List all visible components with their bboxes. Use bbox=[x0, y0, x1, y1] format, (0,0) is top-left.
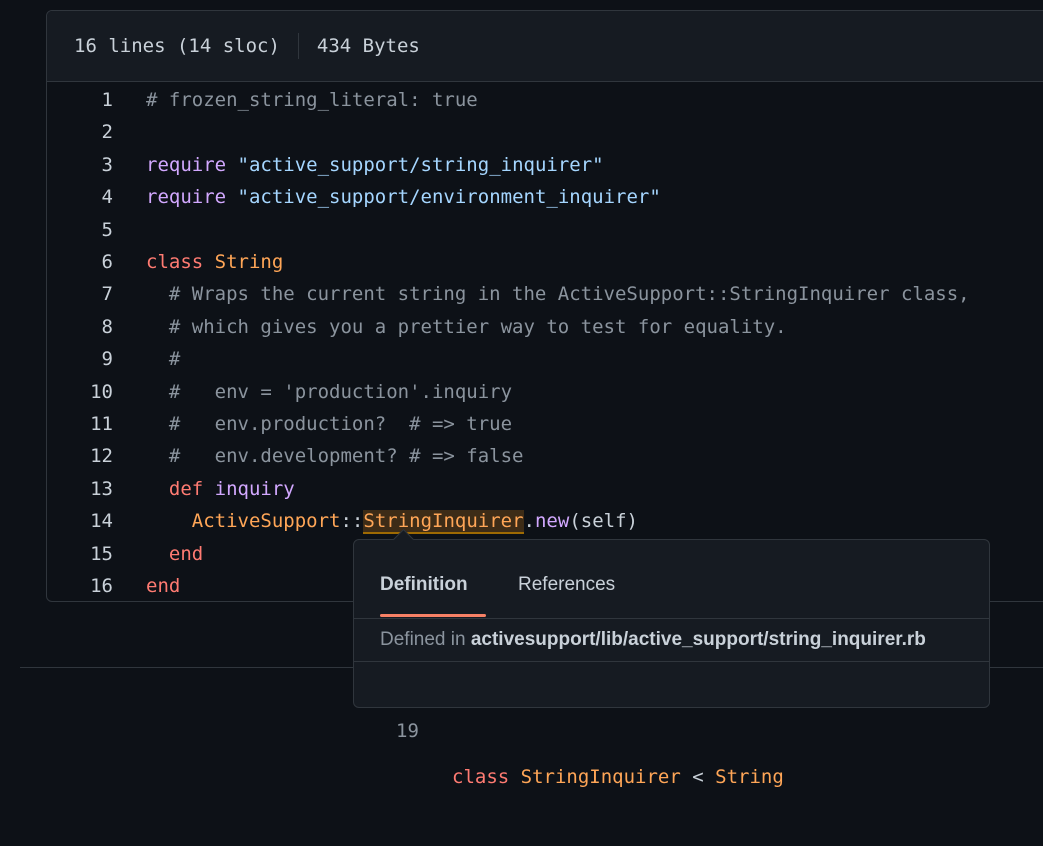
line-content: # bbox=[146, 343, 180, 375]
line-number[interactable]: 6 bbox=[47, 246, 113, 278]
line-number[interactable]: 5 bbox=[47, 214, 113, 246]
line-content: end bbox=[146, 570, 181, 601]
code-token: . bbox=[523, 510, 535, 533]
line-number[interactable]: 12 bbox=[47, 440, 113, 472]
code-token: class bbox=[452, 766, 510, 788]
active-tab-indicator bbox=[380, 614, 486, 617]
code-token: end bbox=[146, 575, 181, 597]
code-token: end bbox=[168, 542, 204, 565]
code-token: inquiry bbox=[214, 477, 295, 500]
code-token: ActiveSupport bbox=[191, 510, 341, 533]
line-content: def inquiry bbox=[146, 473, 295, 505]
line-content: # env.development? # => false bbox=[146, 440, 524, 472]
header-divider bbox=[297, 33, 299, 59]
line-number[interactable]: 13 bbox=[47, 473, 113, 505]
code-token: def bbox=[168, 477, 204, 500]
code-token: "active_support/environment_inquirer" bbox=[237, 186, 661, 209]
code-token: # env = 'production'.inquiry bbox=[146, 380, 513, 403]
symbol-navigation-popover: Definition References Defined in actives… bbox=[353, 528, 990, 788]
code-token: require bbox=[146, 153, 227, 176]
line-count: 16 lines (14 sloc) bbox=[74, 35, 280, 57]
line-number[interactable]: 9 bbox=[47, 343, 113, 375]
file-view-panel: 16 lines (14 sloc) 434 Bytes 1 # frozen_s… bbox=[46, 10, 1043, 602]
code-token: class bbox=[146, 251, 204, 273]
file-size: 434 Bytes bbox=[316, 35, 420, 57]
line-number[interactable]: 10 bbox=[47, 376, 113, 408]
code-token: String bbox=[715, 766, 784, 788]
code-token: # which gives you a prettier way to test… bbox=[146, 315, 787, 338]
line-content: ActiveSupport::StringInquirer.new(self) bbox=[146, 505, 638, 537]
line-number[interactable]: 14 bbox=[47, 505, 113, 537]
code-token: StringInquirer bbox=[520, 766, 681, 788]
popover-tabs: Definition References bbox=[354, 540, 989, 619]
definition-code: class StringInquirer < String bbox=[452, 754, 784, 800]
line-content: # env.production? # => true bbox=[146, 408, 512, 440]
line-content: # env = 'production'.inquiry bbox=[146, 376, 512, 408]
code-token: # env.development? # => false bbox=[146, 445, 524, 468]
defined-in-path[interactable]: activesupport/lib/active_support/string_… bbox=[471, 629, 926, 650]
defined-in-label: Defined in bbox=[380, 629, 471, 650]
code-token[interactable]: StringInquirer bbox=[363, 510, 524, 535]
definition-line-number: 19 bbox=[396, 720, 419, 742]
line-number[interactable]: 3 bbox=[47, 149, 113, 181]
line-content: require "active_support/string_inquirer" bbox=[146, 149, 604, 181]
definition-line[interactable]: 19 class StringInquirer < String bbox=[354, 662, 989, 788]
code-token: # Wraps the current string in the Active… bbox=[146, 283, 970, 306]
line-number[interactable]: 11 bbox=[47, 408, 113, 440]
tab-definition[interactable]: Definition bbox=[380, 574, 468, 596]
code-token: < bbox=[680, 766, 716, 788]
code-token: require bbox=[146, 186, 227, 209]
line-number[interactable]: 7 bbox=[47, 278, 113, 310]
line-content: # frozen_string_literal: true bbox=[146, 84, 478, 116]
line-content: require "active_support/environment_inqu… bbox=[146, 181, 661, 213]
line-number[interactable]: 8 bbox=[47, 311, 113, 343]
code-token: (self) bbox=[569, 510, 638, 533]
code-token: # bbox=[146, 348, 181, 371]
line-number[interactable]: 1 bbox=[47, 84, 113, 116]
line-number[interactable]: 15 bbox=[47, 538, 113, 570]
line-content: class String bbox=[146, 246, 283, 278]
line-content: # which gives you a prettier way to test… bbox=[146, 311, 787, 343]
code-token: # frozen_string_literal: true bbox=[146, 89, 478, 111]
code-token: new bbox=[534, 510, 570, 533]
tab-references[interactable]: References bbox=[518, 574, 615, 596]
line-number[interactable]: 2 bbox=[47, 116, 113, 148]
code-token: # env.production? # => true bbox=[146, 413, 513, 435]
line-number[interactable]: 4 bbox=[47, 181, 113, 213]
line-content: # Wraps the current string in the Active… bbox=[146, 278, 970, 310]
file-info-header: 16 lines (14 sloc) 434 Bytes bbox=[47, 11, 1043, 82]
defined-in-row: Defined in activesupport/lib/active_supp… bbox=[354, 619, 989, 662]
code-token: String bbox=[214, 251, 284, 273]
code-token: :: bbox=[340, 510, 364, 533]
code-token: "active_support/string_inquirer" bbox=[237, 153, 604, 176]
line-content: end bbox=[146, 538, 203, 570]
line-number[interactable]: 16 bbox=[47, 570, 113, 601]
